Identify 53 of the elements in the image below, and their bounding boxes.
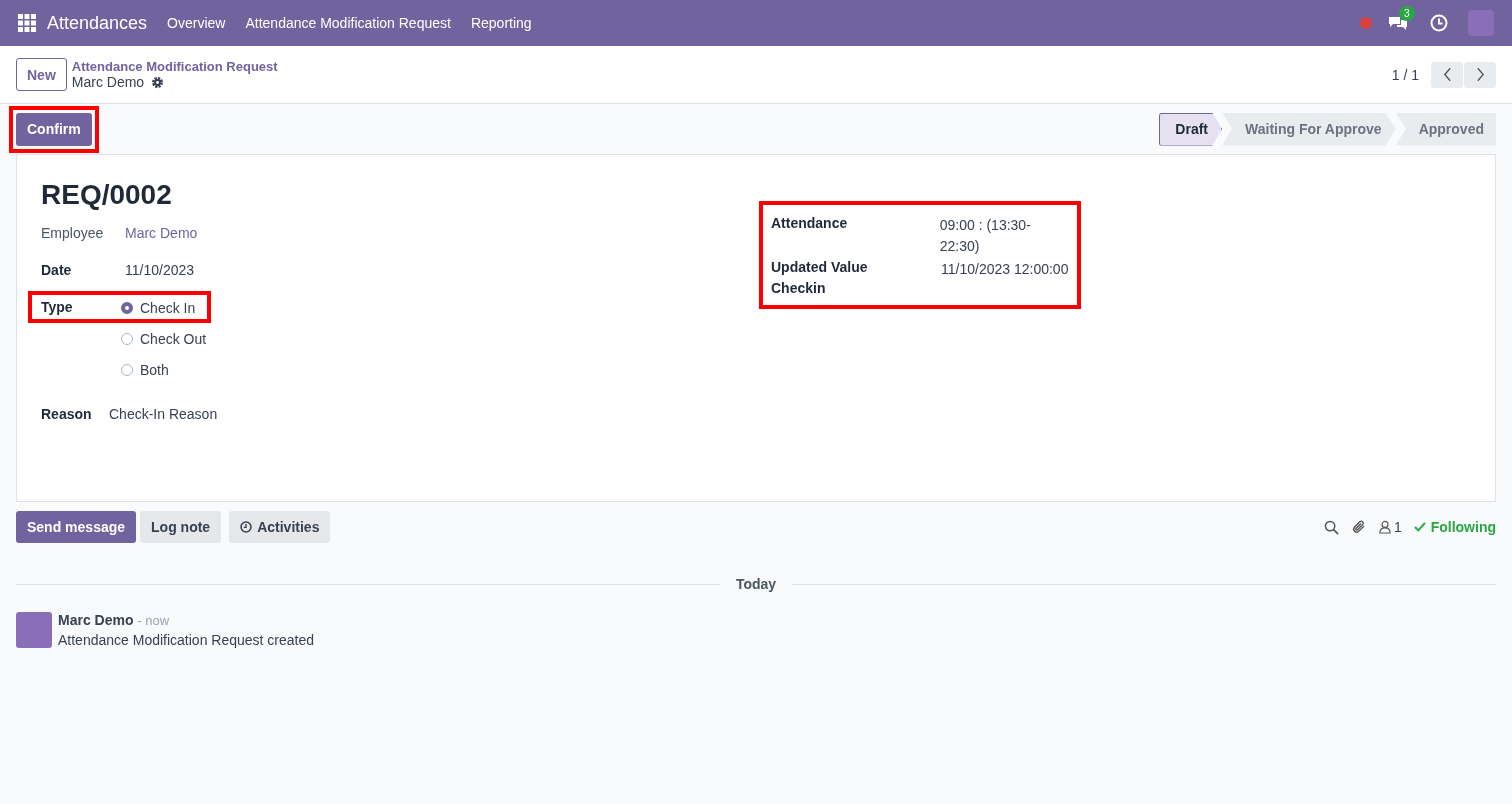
new-button[interactable]: New [16, 58, 67, 91]
message-text: Attendance Modification Request created [58, 632, 315, 648]
radio-icon[interactable] [121, 363, 133, 376]
menu-item[interactable]: Overview [167, 15, 226, 31]
chevron-right-icon [1475, 67, 1485, 82]
search-icon[interactable] [1323, 519, 1339, 535]
status-stage[interactable]: Approved [1395, 112, 1496, 146]
field-label: Updated Value Checkin [771, 258, 869, 298]
record-title: REQ/0002 [41, 179, 173, 211]
radio-icon[interactable] [121, 301, 133, 314]
next-button[interactable] [1464, 61, 1496, 88]
paperclip-icon[interactable] [1350, 519, 1367, 535]
log-note-button[interactable]: Log note [140, 511, 222, 543]
status-dot-icon[interactable] [1360, 17, 1372, 29]
status-stage[interactable]: Draft [1158, 112, 1223, 146]
date-separator: Today [735, 576, 777, 592]
followers-button[interactable]: 1 [1378, 519, 1402, 535]
date-value: 11/10/2023 [124, 262, 195, 278]
following-button[interactable]: Following [1413, 519, 1496, 535]
status-stage[interactable]: Waiting For Approve [1222, 112, 1396, 146]
clock-icon [240, 521, 253, 533]
avatar-placeholder [16, 612, 52, 648]
chevron-left-icon [1442, 67, 1452, 82]
employee-link[interactable]: Marc Demo [121, 225, 198, 241]
app-name[interactable]: Attendances [47, 12, 148, 34]
field-label: Attendance [771, 214, 849, 233]
send-message-button[interactable]: Send message [16, 511, 137, 543]
field-label: Type [41, 299, 74, 315]
radio-option[interactable]: Check Out [121, 330, 207, 347]
field-value: 11/10/2023 12:00:00 [941, 260, 1069, 279]
previous-button[interactable] [1431, 61, 1463, 88]
breadcrumb-current: Marc Demo [71, 74, 145, 90]
menu-item[interactable]: Reporting [470, 15, 532, 31]
apps-grid-icon[interactable] [18, 14, 36, 32]
radio-icon[interactable] [121, 332, 133, 345]
activities-button[interactable]: Activities [229, 511, 331, 543]
chat-icon[interactable] [1388, 15, 1408, 31]
clock-icon[interactable] [1430, 14, 1448, 32]
confirm-button[interactable]: Confirm [16, 112, 92, 146]
checkmark-icon [1413, 522, 1426, 532]
field-label: Date [41, 262, 73, 278]
field-value: 09:00 : (13:30-22:30) [939, 216, 1032, 256]
menu-item[interactable]: Attendance Modification Request [245, 15, 451, 31]
message-author: Marc Demo [58, 612, 134, 628]
message-time: - now [137, 613, 170, 628]
breadcrumb-link[interactable]: Attendance Modification Request [71, 59, 278, 74]
pager-value: 1 / 1 [1391, 66, 1419, 83]
radio-option[interactable]: Both [121, 361, 207, 378]
reason-value: Check-In Reason [108, 406, 218, 422]
radio-option[interactable]: Check In [121, 299, 207, 316]
gear-icon[interactable] [151, 75, 165, 89]
field-label: Employee [41, 225, 105, 241]
notification-count: 3 [1399, 6, 1415, 21]
